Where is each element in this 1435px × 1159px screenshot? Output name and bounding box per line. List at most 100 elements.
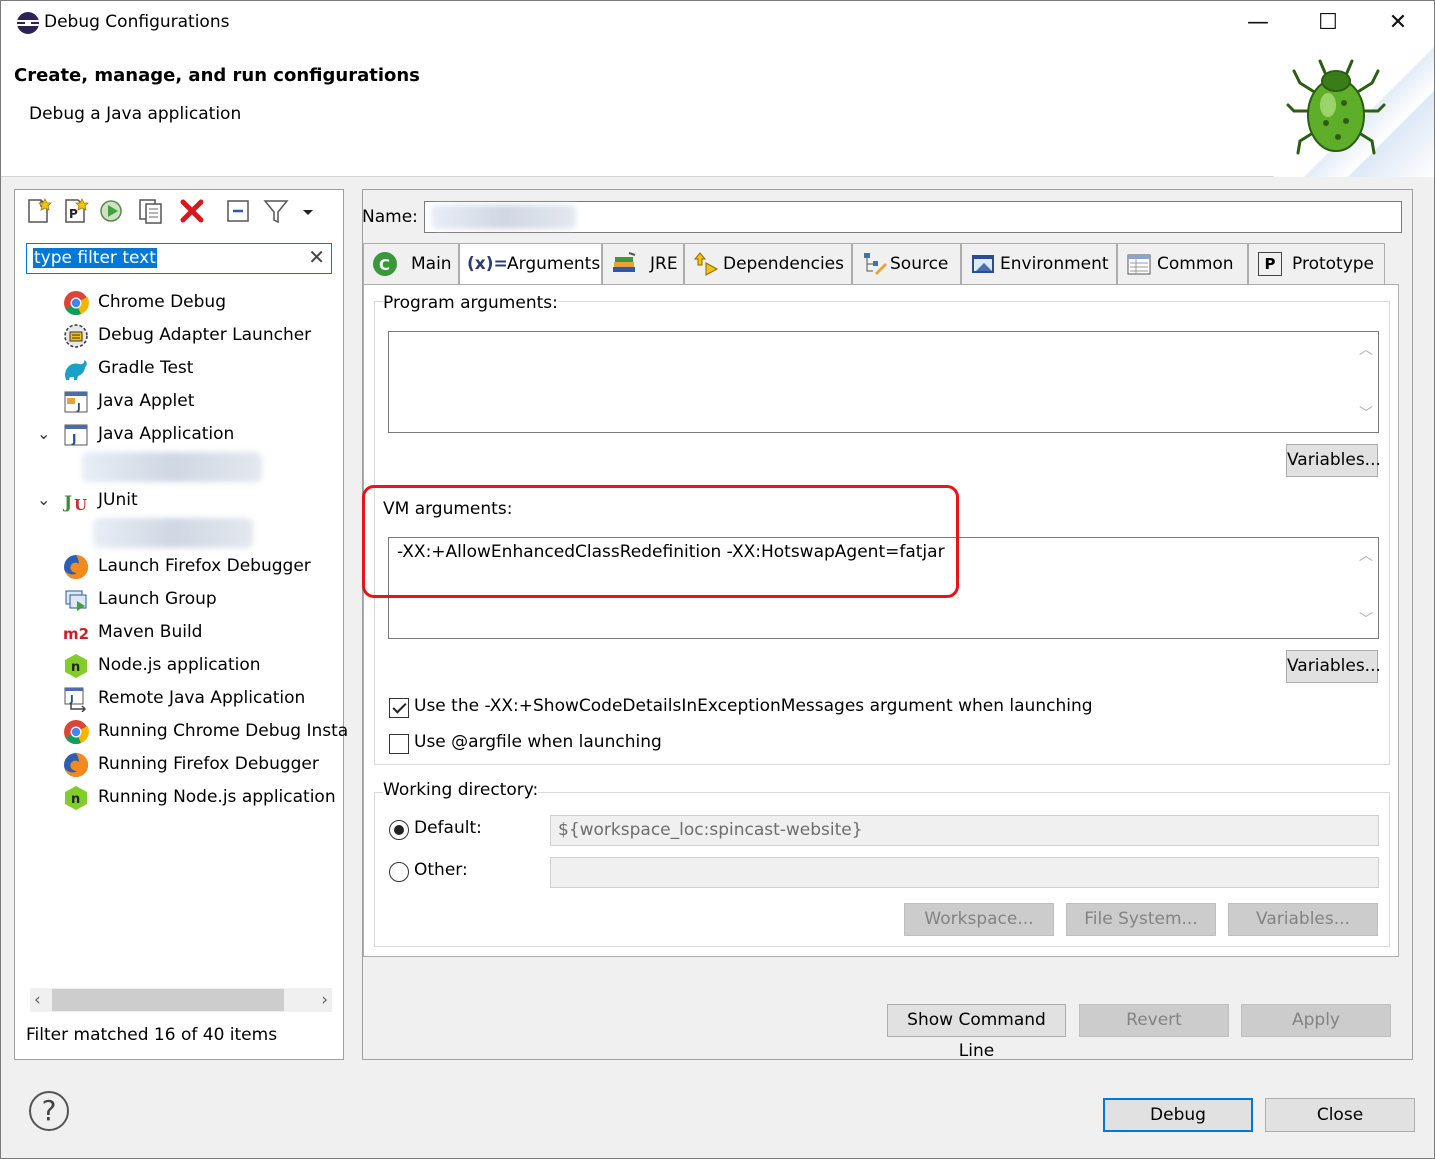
java-application-icon: J bbox=[64, 424, 88, 446]
arguments-tab-content: Program arguments: ︿ ﹀ Variables... VM a… bbox=[363, 284, 1399, 957]
file-system-button[interactable]: File System... bbox=[1066, 903, 1216, 936]
firefox-icon bbox=[64, 554, 89, 579]
nodejs-icon: n bbox=[65, 654, 87, 678]
common-tab-icon bbox=[1127, 254, 1151, 275]
jre-tab-icon bbox=[613, 252, 636, 272]
tab-jre[interactable]: JRE bbox=[602, 243, 684, 284]
other-directory-field[interactable] bbox=[550, 857, 1379, 888]
debug-configurations-dialog: Debug Configurations — ☐ ✕ Create, manag… bbox=[0, 0, 1435, 1159]
help-icon[interactable]: ? bbox=[29, 1091, 69, 1131]
svg-text:J: J bbox=[69, 694, 74, 705]
chrome-icon bbox=[64, 720, 89, 745]
scroll-right-icon[interactable]: › bbox=[321, 988, 328, 1012]
show-code-details-label: Use the -XX:+ShowCodeDetailsInExceptionM… bbox=[414, 696, 1093, 716]
horizontal-scrollbar[interactable]: ‹ › bbox=[30, 988, 332, 1012]
revert-button[interactable]: Revert bbox=[1079, 1004, 1229, 1037]
filter-status: Filter matched 16 of 40 items bbox=[26, 1025, 278, 1045]
show-code-details-checkbox[interactable] bbox=[389, 698, 409, 718]
default-radio[interactable] bbox=[389, 820, 409, 840]
argfile-checkbox[interactable] bbox=[389, 734, 409, 754]
redacted-name bbox=[431, 205, 576, 229]
argfile-label: Use @argfile when launching bbox=[414, 732, 662, 752]
debug-button[interactable]: Debug bbox=[1103, 1098, 1253, 1132]
maven-icon: m2 bbox=[63, 625, 89, 643]
window-title: Debug Configurations bbox=[44, 12, 230, 32]
prototype-tab-icon: P bbox=[1258, 252, 1282, 276]
tab-arguments[interactable]: (x)= Arguments bbox=[459, 243, 602, 285]
tab-dependencies[interactable]: Dependencies bbox=[684, 243, 852, 284]
program-arguments-label: Program arguments: bbox=[383, 293, 558, 313]
name-input[interactable] bbox=[424, 201, 1402, 233]
tab-main[interactable]: C Main bbox=[363, 243, 459, 284]
arguments-tab-icon: (x)= bbox=[467, 254, 508, 274]
source-tab-icon bbox=[864, 253, 887, 275]
close-button[interactable]: Close bbox=[1265, 1098, 1415, 1132]
maximize-button[interactable]: ☐ bbox=[1293, 1, 1363, 45]
redacted-configuration[interactable] bbox=[93, 518, 253, 548]
duplicate-icon[interactable] bbox=[137, 197, 165, 225]
scroll-down-icon[interactable]: ﹀ bbox=[1359, 609, 1373, 629]
launch-group-icon bbox=[65, 590, 87, 611]
workspace-button[interactable]: Workspace... bbox=[904, 903, 1054, 936]
show-command-line-button[interactable]: Show Command Line bbox=[887, 1004, 1066, 1061]
environment-tab-icon bbox=[972, 255, 994, 273]
tab-environment[interactable]: Environment bbox=[961, 243, 1117, 284]
chevron-down-icon[interactable]: ⌄ bbox=[37, 419, 50, 449]
name-label: Name: bbox=[362, 207, 418, 227]
other-radio[interactable] bbox=[389, 862, 409, 882]
filter-input-text: type filter text bbox=[33, 248, 157, 268]
close-window-button[interactable]: ✕ bbox=[1363, 1, 1433, 45]
dialog-header: Create, manage, and run configurations D… bbox=[1, 45, 1434, 177]
chevron-down-icon[interactable]: ⌄ bbox=[37, 485, 50, 515]
svg-text:n: n bbox=[71, 660, 80, 675]
chrome-icon bbox=[64, 291, 89, 316]
svg-text:m2: m2 bbox=[63, 625, 89, 643]
dependencies-tab-icon bbox=[693, 252, 719, 276]
scroll-down-icon[interactable]: ﹀ bbox=[1359, 403, 1373, 423]
new-configuration-icon[interactable] bbox=[25, 197, 53, 225]
default-label: Default: bbox=[414, 818, 482, 838]
header-subtitle: Debug a Java application bbox=[29, 104, 242, 124]
new-prototype-icon[interactable]: P bbox=[62, 197, 90, 225]
filter-icon[interactable] bbox=[262, 197, 290, 225]
svg-text:C: C bbox=[379, 256, 390, 274]
scroll-up-icon[interactable]: ︿ bbox=[1359, 339, 1373, 359]
program-args-scrollbar[interactable]: ︿ ﹀ bbox=[1354, 331, 1378, 431]
junit-icon: J U bbox=[63, 493, 87, 514]
program-variables-button[interactable]: Variables... bbox=[1286, 444, 1381, 477]
main-tab-icon: C bbox=[373, 252, 397, 276]
vm-args-scrollbar[interactable]: ︿ ﹀ bbox=[1354, 537, 1378, 637]
scroll-left-icon[interactable]: ‹ bbox=[34, 988, 41, 1012]
clear-filter-icon[interactable]: ✕ bbox=[308, 245, 325, 269]
svg-text:n: n bbox=[71, 792, 80, 807]
vm-arguments-highlight bbox=[362, 485, 959, 598]
nodejs-icon: n bbox=[65, 786, 87, 810]
working-directory-label: Working directory: bbox=[383, 780, 539, 800]
firefox-icon bbox=[64, 752, 89, 777]
svg-text:P: P bbox=[69, 207, 78, 221]
other-label: Other: bbox=[414, 860, 468, 880]
tab-prototype[interactable]: P Prototype bbox=[1248, 243, 1385, 284]
delete-icon[interactable] bbox=[178, 197, 206, 225]
export-configuration-icon[interactable] bbox=[98, 197, 126, 225]
remote-java-icon: J bbox=[64, 687, 87, 712]
configuration-tree-panel: P type filter text ✕ Chrome Debug Debug … bbox=[14, 189, 348, 1060]
gradle-icon bbox=[65, 360, 87, 380]
chevron-down-icon[interactable] bbox=[300, 197, 316, 225]
tab-source[interactable]: Source bbox=[852, 243, 961, 284]
scrollbar-thumb[interactable] bbox=[52, 989, 284, 1011]
program-arguments-textarea[interactable] bbox=[388, 331, 1379, 433]
working-dir-variables-button[interactable]: Variables... bbox=[1228, 903, 1378, 936]
configuration-editor: Name: C Main (x)= Arguments JRE Dependen… bbox=[362, 189, 1413, 1061]
svg-text:J: J bbox=[71, 432, 76, 446]
vm-variables-button[interactable]: Variables... bbox=[1286, 650, 1381, 683]
eclipse-icon bbox=[17, 12, 39, 34]
collapse-all-icon[interactable] bbox=[225, 197, 253, 225]
scroll-up-icon[interactable]: ︿ bbox=[1359, 545, 1373, 565]
tab-common[interactable]: Common bbox=[1117, 243, 1248, 284]
minimize-button[interactable]: — bbox=[1223, 1, 1293, 45]
redacted-configuration[interactable] bbox=[82, 452, 262, 482]
debug-adapter-icon bbox=[64, 324, 88, 348]
apply-button[interactable]: Apply bbox=[1241, 1004, 1391, 1037]
filter-input[interactable]: type filter text ✕ bbox=[26, 243, 332, 274]
